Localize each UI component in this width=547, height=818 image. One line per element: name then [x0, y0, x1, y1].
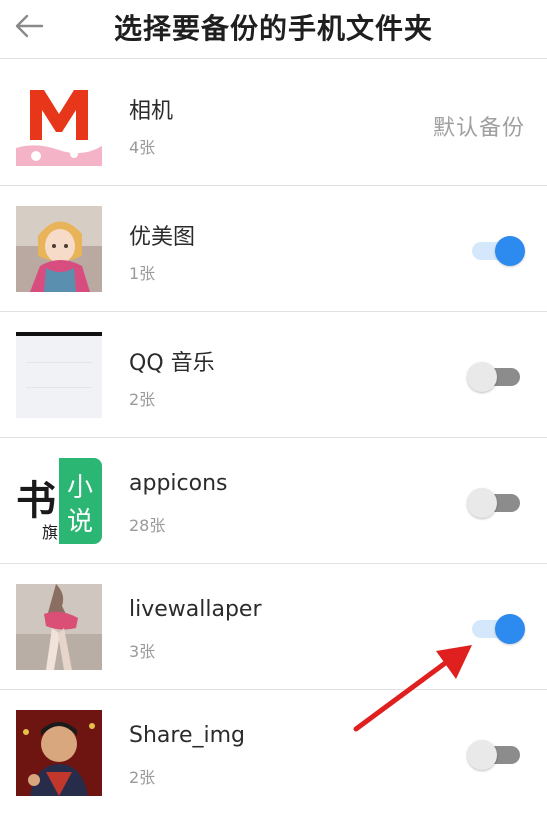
- folder-thumbnail-youmeitu: [16, 206, 102, 292]
- folder-thumbnail-share-img: [16, 710, 102, 796]
- toggle-knob: [495, 236, 525, 266]
- folder-photo-count: 2张: [129, 768, 156, 787]
- book-icon-glyph-right-top: 小: [67, 473, 93, 503]
- backup-toggle[interactable]: [467, 234, 527, 268]
- toggle-knob: [467, 488, 497, 518]
- default-backup-label: 默认备份: [432, 116, 525, 141]
- folder-row-youmeitu[interactable]: 优美图 1张: [0, 186, 547, 312]
- backup-toggle[interactable]: [467, 486, 527, 520]
- top-bar: 选择要备份的手机文件夹: [0, 0, 547, 59]
- folder-photo-count: 2张: [129, 390, 156, 409]
- backup-toggle[interactable]: [467, 612, 527, 646]
- folder-row-share-img[interactable]: Share_img 2张: [0, 690, 547, 815]
- folder-row-livewallaper[interactable]: livewallaper 3张: [0, 564, 547, 690]
- toggle-knob: [467, 362, 497, 392]
- folder-thumbnail-appicons: 书 旗 小 说: [16, 458, 102, 544]
- folder-row-qq-music[interactable]: QQ 音乐 2张: [0, 312, 547, 438]
- folder-name: QQ 音乐: [129, 351, 215, 376]
- book-icon-glyph: 书: [16, 478, 56, 524]
- folder-thumbnail-livewallaper: [16, 584, 102, 670]
- toggle-knob: [495, 614, 525, 644]
- page-title: 选择要备份的手机文件夹: [113, 12, 433, 45]
- folder-name: appicons: [129, 471, 228, 496]
- book-icon-glyph-right-bottom: 说: [67, 507, 93, 537]
- folder-thumbnail-qq-music: [16, 332, 102, 418]
- folder-list: 相机 4张 默认备份 优美图 1张 QQ 音乐 2张 书 旗 小 说 appic…: [0, 60, 547, 815]
- folder-row-camera[interactable]: 相机 4张 默认备份: [0, 60, 547, 186]
- book-icon-glyph-small: 旗: [42, 523, 58, 542]
- folder-thumbnail-camera: [16, 80, 102, 166]
- folder-photo-count: 1张: [129, 264, 156, 283]
- folder-row-appicons[interactable]: 书 旗 小 说 appicons 28张: [0, 438, 547, 564]
- backup-toggle[interactable]: [467, 360, 527, 394]
- folder-photo-count: 3张: [129, 642, 156, 661]
- folder-name: livewallaper: [129, 597, 262, 622]
- folder-name: 优美图: [129, 225, 196, 250]
- folder-photo-count: 4张: [129, 138, 156, 157]
- toggle-knob: [467, 740, 497, 770]
- folder-photo-count: 28张: [129, 516, 166, 535]
- folder-name: Share_img: [129, 723, 245, 748]
- backup-toggle[interactable]: [467, 738, 527, 772]
- folder-name: 相机: [129, 99, 174, 124]
